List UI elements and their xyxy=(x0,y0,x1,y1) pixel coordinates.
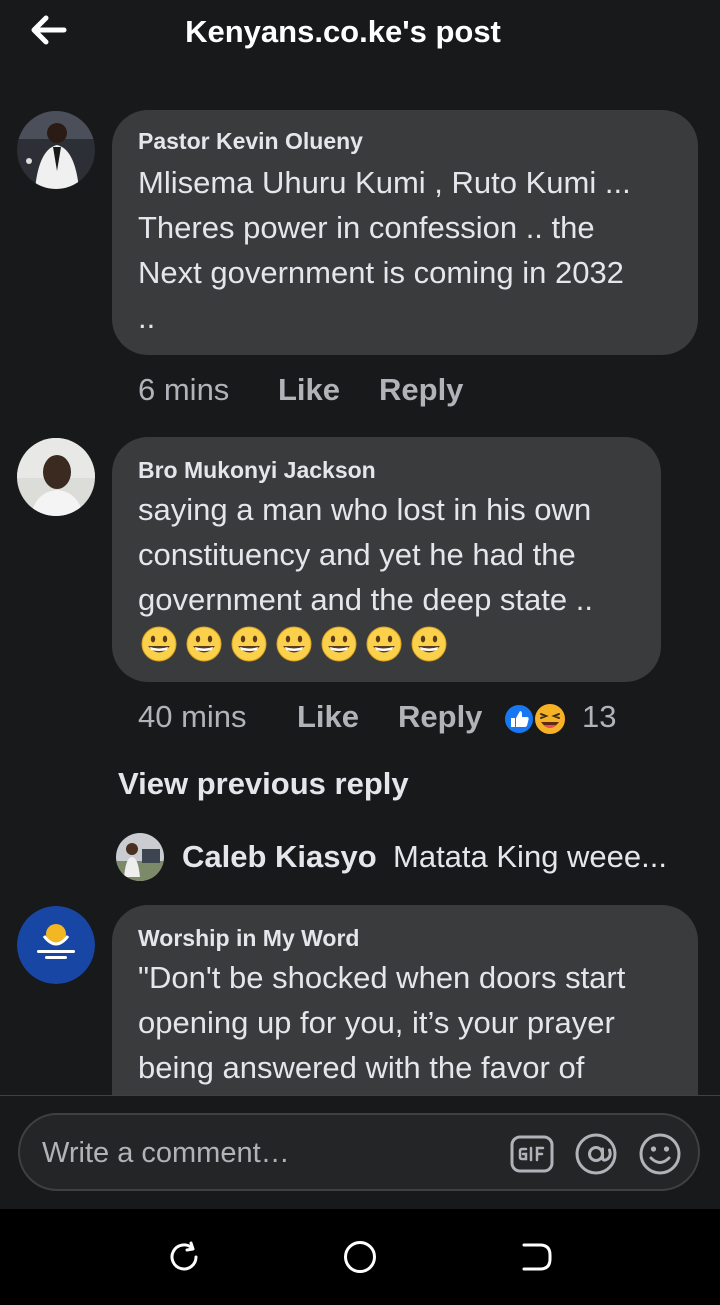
comment-text-line: saying a man who lost in his own xyxy=(138,492,592,527)
recent-apps-icon[interactable] xyxy=(166,1239,202,1275)
person-photo-icon xyxy=(17,111,95,189)
comment-actions: 40 mins Like Reply 13 xyxy=(0,699,720,739)
comment-bubble: Bro Mukonyi Jackson saying a man who los… xyxy=(112,437,661,682)
grinning-face-emoji xyxy=(411,626,447,662)
gif-icon[interactable] xyxy=(510,1132,554,1176)
top-bar: Kenyans.co.ke's post xyxy=(0,0,720,70)
grinning-face-emoji xyxy=(186,626,222,662)
grinning-face-emoji xyxy=(231,626,267,662)
comment-timestamp: 40 mins xyxy=(138,699,247,734)
like-button[interactable]: Like xyxy=(278,372,340,408)
comment-author[interactable]: Worship in My Word xyxy=(138,925,359,952)
android-navigation-bar xyxy=(0,1209,720,1305)
comment-text-line: .. xyxy=(138,300,156,335)
person-photo-icon xyxy=(17,438,95,516)
reaction-count[interactable]: 13 xyxy=(582,699,616,735)
grinning-face-emoji xyxy=(141,626,177,662)
like-button[interactable]: Like xyxy=(297,699,359,735)
reply-preview[interactable]: Caleb Kiasyo Matata King weee... xyxy=(116,833,716,883)
avatar-worship-in-my-word[interactable] xyxy=(17,906,95,984)
comment-actions: 6 mins Like Reply xyxy=(0,372,720,412)
comment-text-line: constituency and yet he had the xyxy=(138,537,576,572)
comment-text-line: government and the deep state .. xyxy=(138,582,593,617)
page-title: Kenyans.co.ke's post xyxy=(185,14,501,49)
emoji-row xyxy=(140,625,455,667)
emoji-picker-icon[interactable] xyxy=(638,1132,682,1176)
comment-composer-bar xyxy=(0,1096,720,1209)
view-previous-reply-link[interactable]: View previous reply xyxy=(118,766,409,802)
back-icon[interactable] xyxy=(518,1239,554,1275)
like-reaction-icon[interactable] xyxy=(502,702,536,736)
comment-author[interactable]: Bro Mukonyi Jackson xyxy=(138,457,376,484)
comment-text-line: Next government is coming in 2032 xyxy=(138,255,624,290)
reply-text: Matata King weee... xyxy=(393,839,667,874)
comment-text-line: being answered with the favor of xyxy=(138,1050,585,1085)
grinning-face-emoji xyxy=(276,626,312,662)
grinning-face-emoji xyxy=(366,626,402,662)
laughing-reaction-icon[interactable] xyxy=(532,701,568,737)
reply-button[interactable]: Reply xyxy=(379,372,463,408)
comment-bubble: Pastor Kevin Olueny Mlisema Uhuru Kumi ,… xyxy=(112,110,698,355)
comment-timestamp: 6 mins xyxy=(138,372,230,407)
reply-author[interactable]: Caleb Kiasyo xyxy=(182,839,377,875)
comment-text-line: opening up for you, it’s your prayer xyxy=(138,1005,615,1040)
comment-composer[interactable] xyxy=(18,1113,700,1191)
grinning-face-emoji xyxy=(321,626,357,662)
worship-logo-icon xyxy=(17,906,95,984)
mention-icon[interactable] xyxy=(574,1132,618,1176)
comment-text-line: Mlisema Uhuru Kumi , Ruto Kumi ... xyxy=(138,165,631,200)
comment-author[interactable]: Pastor Kevin Olueny xyxy=(138,128,363,155)
avatar-bro-mukonyi[interactable] xyxy=(17,438,95,516)
avatar-caleb-kiasyo[interactable] xyxy=(116,833,164,881)
comment-input[interactable] xyxy=(42,1135,482,1171)
comment-text-line: "Don't be shocked when doors start xyxy=(138,960,626,995)
avatar-pastor-kevin[interactable] xyxy=(17,111,95,189)
person-photo-icon xyxy=(116,833,164,881)
comment-text-line: Theres power in confession .. the xyxy=(138,210,595,245)
home-icon[interactable] xyxy=(342,1239,378,1275)
reply-button[interactable]: Reply xyxy=(398,699,482,735)
